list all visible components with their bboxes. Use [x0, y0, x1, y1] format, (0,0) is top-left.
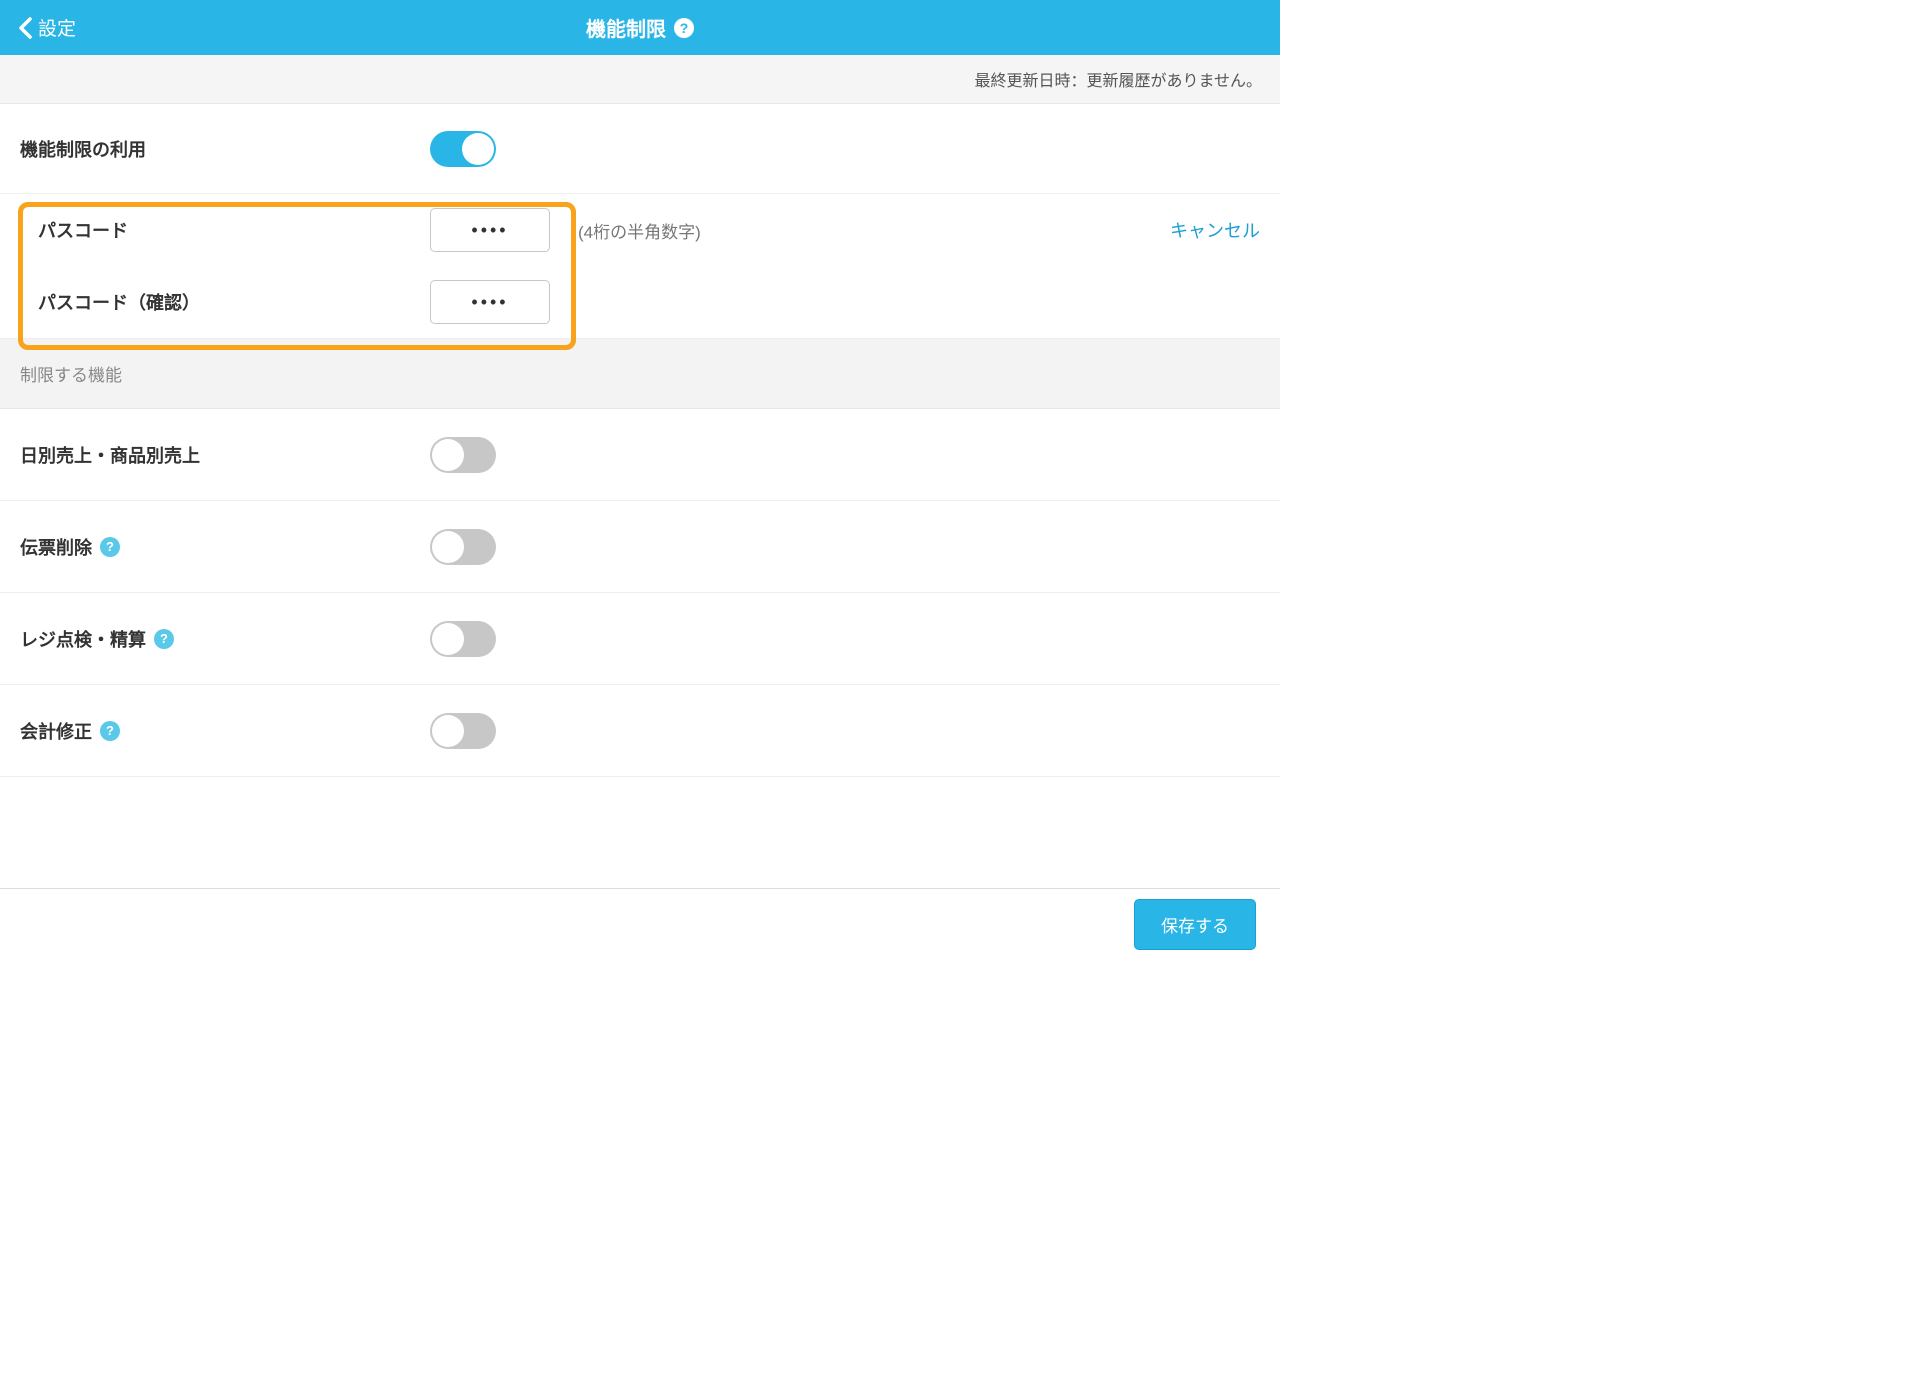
- usage-label: 機能制限の利用: [20, 136, 430, 162]
- feature-toggle[interactable]: [430, 621, 496, 657]
- feature-label: 日別売上・商品別売上: [20, 442, 430, 468]
- passcode-row: パスコード (4桁の半角数字) キャンセル: [0, 194, 1280, 266]
- passcode-confirm-row: パスコード（確認）: [0, 266, 1280, 338]
- help-icon[interactable]: ?: [100, 721, 120, 741]
- restrict-section-header: 制限する機能: [0, 339, 1280, 409]
- page-title: 機能制限: [586, 13, 666, 42]
- save-button[interactable]: 保存する: [1134, 899, 1256, 950]
- feature-row: 伝票削除?: [0, 501, 1280, 593]
- passcode-section: パスコード (4桁の半角数字) キャンセル パスコード（確認）: [0, 194, 1280, 339]
- chevron-left-icon: [18, 17, 32, 39]
- feature-label: レジ点検・精算?: [20, 626, 430, 652]
- app-header: 設定 機能制限 ?: [0, 0, 1280, 55]
- feature-row: 会計修正?: [0, 685, 1280, 777]
- feature-toggle[interactable]: [430, 713, 496, 749]
- toggle-knob: [462, 133, 494, 165]
- help-icon[interactable]: ?: [674, 18, 694, 38]
- feature-label: 伝票削除?: [20, 534, 430, 560]
- feature-label-text: 伝票削除: [20, 534, 92, 560]
- feature-label-text: 会計修正: [20, 718, 92, 744]
- back-label: 設定: [38, 14, 76, 41]
- passcode-confirm-input[interactable]: [430, 280, 550, 324]
- feature-row: 日別売上・商品別売上: [0, 409, 1280, 501]
- last-updated-text: 最終更新日時：更新履歴がありません。: [0, 55, 1280, 104]
- help-icon[interactable]: ?: [100, 537, 120, 557]
- feature-label-text: 日別売上・商品別売上: [20, 442, 200, 468]
- back-button[interactable]: 設定: [0, 14, 76, 41]
- usage-toggle[interactable]: [430, 131, 496, 167]
- passcode-confirm-label: パスコード（確認）: [38, 289, 430, 315]
- passcode-label: パスコード: [38, 217, 430, 243]
- page-title-wrap: 機能制限 ?: [586, 13, 694, 42]
- feature-row: レジ点検・精算?: [0, 593, 1280, 685]
- passcode-input[interactable]: [430, 208, 550, 252]
- usage-row: 機能制限の利用: [0, 104, 1280, 194]
- footer-bar: 保存する: [0, 888, 1280, 960]
- cancel-button[interactable]: キャンセル: [1170, 217, 1260, 243]
- help-icon[interactable]: ?: [154, 629, 174, 649]
- feature-label: 会計修正?: [20, 718, 430, 744]
- toggle-knob: [432, 715, 464, 747]
- feature-label-text: レジ点検・精算: [20, 626, 146, 652]
- toggle-knob: [432, 623, 464, 655]
- toggle-knob: [432, 531, 464, 563]
- feature-toggle[interactable]: [430, 529, 496, 565]
- toggle-knob: [432, 439, 464, 471]
- feature-toggle[interactable]: [430, 437, 496, 473]
- passcode-hint: (4桁の半角数字): [578, 218, 701, 243]
